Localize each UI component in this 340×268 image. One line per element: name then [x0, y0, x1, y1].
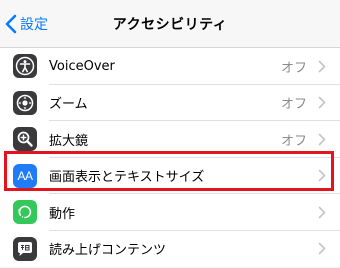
row-voiceover[interactable]: VoiceOver オフ — [0, 48, 340, 85]
chevron-right-icon — [318, 96, 326, 109]
row-value: オフ — [280, 133, 307, 149]
spoken-content-icon — [13, 236, 37, 261]
motion-icon — [13, 200, 37, 225]
voiceover-icon — [13, 54, 37, 79]
page-title: アクセシビリティ — [112, 17, 228, 33]
row-display-text-size[interactable]: AA 画面表示とテキストサイズ — [0, 158, 340, 194]
chevron-right-icon — [318, 133, 326, 146]
zoom-icon — [13, 90, 37, 115]
row-motion[interactable]: 動作 — [0, 194, 340, 231]
magnifier-icon — [13, 127, 37, 152]
settings-list: VoiceOver オフ ズーム オフ 拡大鏡 オフ AA 画面表示とテキストサ… — [0, 48, 340, 267]
row-label: ズーム — [49, 97, 88, 113]
row-value: オフ — [280, 97, 307, 113]
row-label: 拡大鏡 — [49, 133, 89, 149]
chevron-right-icon — [318, 206, 326, 219]
navigation-bar: 設定 アクセシビリティ — [0, 0, 340, 48]
display-text-size-icon: AA — [13, 163, 37, 188]
row-label: 画面表示とテキストサイズ — [49, 170, 205, 186]
row-spoken-content[interactable]: 読み上げコンテンツ — [0, 231, 340, 268]
display-text-size-icon-glyph: AA — [17, 168, 33, 183]
row-label: VoiceOver — [49, 58, 115, 74]
chevron-right-icon — [318, 242, 326, 255]
row-label: 動作 — [49, 206, 76, 222]
row-value: オフ — [280, 60, 307, 76]
row-label: 読み上げコンテンツ — [49, 243, 167, 259]
row-magnifier[interactable]: 拡大鏡 オフ — [0, 121, 340, 158]
chevron-right-icon — [318, 60, 326, 73]
row-zoom[interactable]: ズーム オフ — [0, 85, 340, 121]
chevron-right-icon — [318, 169, 326, 182]
